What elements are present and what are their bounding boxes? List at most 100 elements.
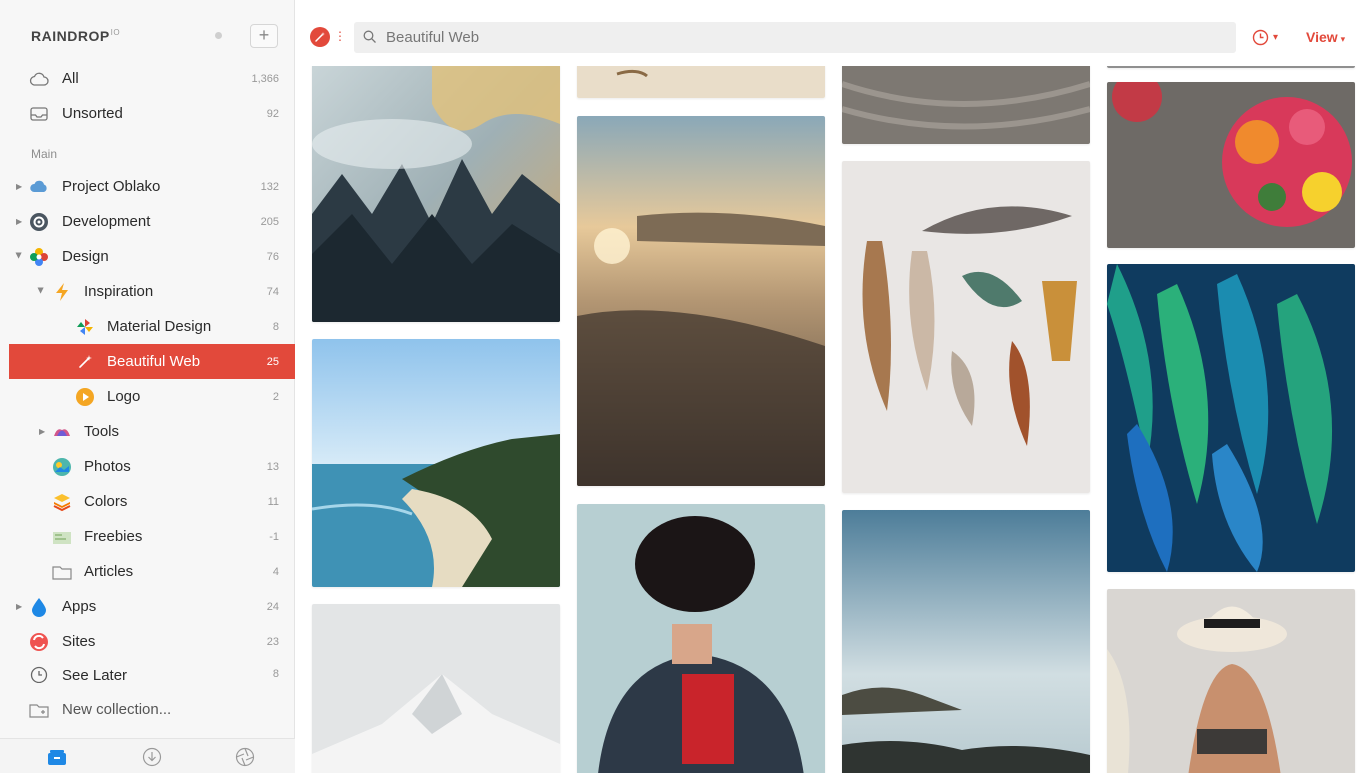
item-count: -1: [269, 530, 279, 543]
magic-wand-icon: [75, 352, 95, 372]
photos-icon: [52, 457, 72, 477]
sidebar-item-unsorted[interactable]: Unsorted 92: [9, 96, 295, 131]
bookmark-card-top-strip[interactable]: [1107, 66, 1355, 68]
sidebar-item-label: Logo: [107, 388, 141, 405]
collections-tab-button[interactable]: [44, 745, 70, 769]
bookmark-card-feathers[interactable]: [842, 161, 1090, 493]
sidebar-item-all[interactable]: All 1,366: [9, 61, 295, 96]
item-count: 74: [266, 285, 279, 298]
bookmark-card-sand[interactable]: [577, 66, 825, 98]
chevron-down-icon: ▾: [1273, 31, 1279, 43]
sidebar-item-apps[interactable]: ▶ Apps 24: [9, 589, 295, 624]
sidebar-item-colors[interactable]: Colors 11: [9, 484, 295, 519]
sun-hat-image: [1107, 589, 1355, 773]
clock-icon: [29, 665, 49, 683]
download-button[interactable]: [139, 745, 165, 769]
sidebar-item-material-design[interactable]: Material Design 8: [9, 309, 295, 344]
bookmark-card-sea-island[interactable]: [842, 510, 1090, 773]
bookmark-card-peacock-feathers[interactable]: [1107, 264, 1355, 572]
folder-plus-icon: [29, 700, 49, 720]
sidebar-item-label: Beautiful Web: [107, 353, 201, 370]
flowers-image: [1107, 82, 1355, 248]
bookmark-card-beach-sunset[interactable]: [577, 116, 825, 486]
sidebar-item-project-oblako[interactable]: ▶ Project Oblako 132: [9, 169, 295, 204]
bookmark-card-sun-hat[interactable]: [1107, 589, 1355, 773]
item-count: 8: [272, 668, 279, 680]
current-collection-button[interactable]: [310, 27, 330, 47]
bookmark-card-snowy-peak[interactable]: [312, 604, 560, 773]
search-input[interactable]: [386, 22, 1226, 53]
sidebar-item-label: Photos: [84, 458, 131, 475]
item-count: 2: [272, 390, 279, 403]
bookmark-card-coastline[interactable]: [312, 339, 560, 587]
download-icon: [142, 747, 162, 767]
top-strip-image: [1107, 66, 1355, 68]
pinwheel-icon: [75, 317, 95, 337]
more-options-icon[interactable]: ⋮: [334, 26, 346, 46]
chevron-down-icon: ▾: [1340, 34, 1346, 44]
sand-image: [577, 66, 825, 98]
layers-icon: [52, 492, 72, 512]
sidebar-item-design[interactable]: ▶ Design 76: [9, 239, 295, 274]
sidebar-item-label: Apps: [62, 598, 97, 615]
snowy-peak-image: [312, 604, 560, 773]
sidebar-item-label: All: [62, 70, 79, 87]
sites-icon: [29, 632, 49, 652]
bookmark-card-misty-forest[interactable]: [312, 66, 560, 322]
collections-icon: [48, 750, 66, 765]
item-count: 76: [266, 250, 279, 263]
coastline-image: [312, 339, 560, 587]
bookmark-card-flowers[interactable]: [1107, 82, 1355, 248]
status-dot: [215, 32, 222, 39]
expand-arrow-icon[interactable]: ▶: [16, 602, 24, 611]
expand-arrow-icon[interactable]: ▶: [16, 217, 24, 226]
item-count: 11: [267, 495, 279, 508]
item-count: 92: [266, 107, 279, 120]
item-count: 25: [266, 355, 279, 368]
item-count: 1,366: [251, 72, 279, 85]
lightning-icon: [52, 282, 72, 302]
sidebar-item-label: Project Oblako: [62, 178, 161, 195]
sidebar: RAINDROPIO + All 1,366 Unsorted 92 Main …: [0, 0, 295, 773]
sea-island-image: [842, 510, 1090, 773]
misty-forest-image: [312, 66, 560, 322]
sidebar-item-label: Tools: [84, 423, 120, 440]
cloud-outline-icon: [29, 69, 49, 89]
sidebar-item-logo[interactable]: Logo 2: [9, 379, 295, 414]
tools-icon: [52, 422, 72, 442]
sidebar-item-label: Material Design: [107, 318, 212, 335]
expand-arrow-icon[interactable]: ▶: [16, 182, 24, 191]
bookmark-card-hat-portrait[interactable]: [577, 504, 825, 773]
collapse-arrow-icon[interactable]: ▶: [37, 288, 46, 296]
bookmark-card-knit[interactable]: [842, 66, 1090, 144]
sidebar-item-photos[interactable]: Photos 13: [9, 449, 295, 484]
expand-arrow-icon[interactable]: ▶: [39, 427, 47, 436]
sidebar-item-sites[interactable]: Sites 23: [9, 624, 295, 659]
knit-image: [842, 66, 1090, 144]
sidebar-item-articles[interactable]: Articles 4: [9, 554, 295, 589]
sidebar-item-label: Articles: [84, 563, 134, 580]
play-icon: [75, 387, 95, 407]
sidebar-footer: [0, 738, 295, 773]
item-count: 24: [266, 600, 279, 613]
view-button[interactable]: View ▾: [1306, 29, 1345, 45]
toolbar: ⋮ ▾ View▾: [296, 0, 1357, 66]
add-collection-button[interactable]: +: [250, 24, 278, 48]
settings-button[interactable]: [232, 745, 258, 769]
item-count: 205: [260, 215, 279, 228]
collapse-arrow-icon[interactable]: ▶: [15, 253, 24, 261]
magic-wand-icon: [315, 32, 325, 42]
sidebar-item-tools[interactable]: ▶ Tools: [9, 414, 295, 449]
new-collection-button[interactable]: New collection...: [9, 692, 295, 727]
sidebar-item-label: Colors: [84, 493, 128, 510]
item-count: 13: [266, 460, 279, 473]
sidebar-item-inspiration[interactable]: ▶ Inspiration 74: [9, 274, 295, 309]
sort-button[interactable]: ▾: [1252, 26, 1278, 48]
sidebar-item-development[interactable]: ▶ Development 205: [9, 204, 295, 239]
gear-icon: [29, 212, 49, 232]
sidebar-item-beautiful-web[interactable]: Beautiful Web 25: [9, 344, 295, 379]
section-label-main: Main: [31, 147, 58, 161]
sidebar-item-see-later[interactable]: See Later 8: [9, 659, 295, 683]
sidebar-item-freebies[interactable]: Freebies -1: [9, 519, 295, 554]
hat-portrait-image: [577, 504, 825, 773]
